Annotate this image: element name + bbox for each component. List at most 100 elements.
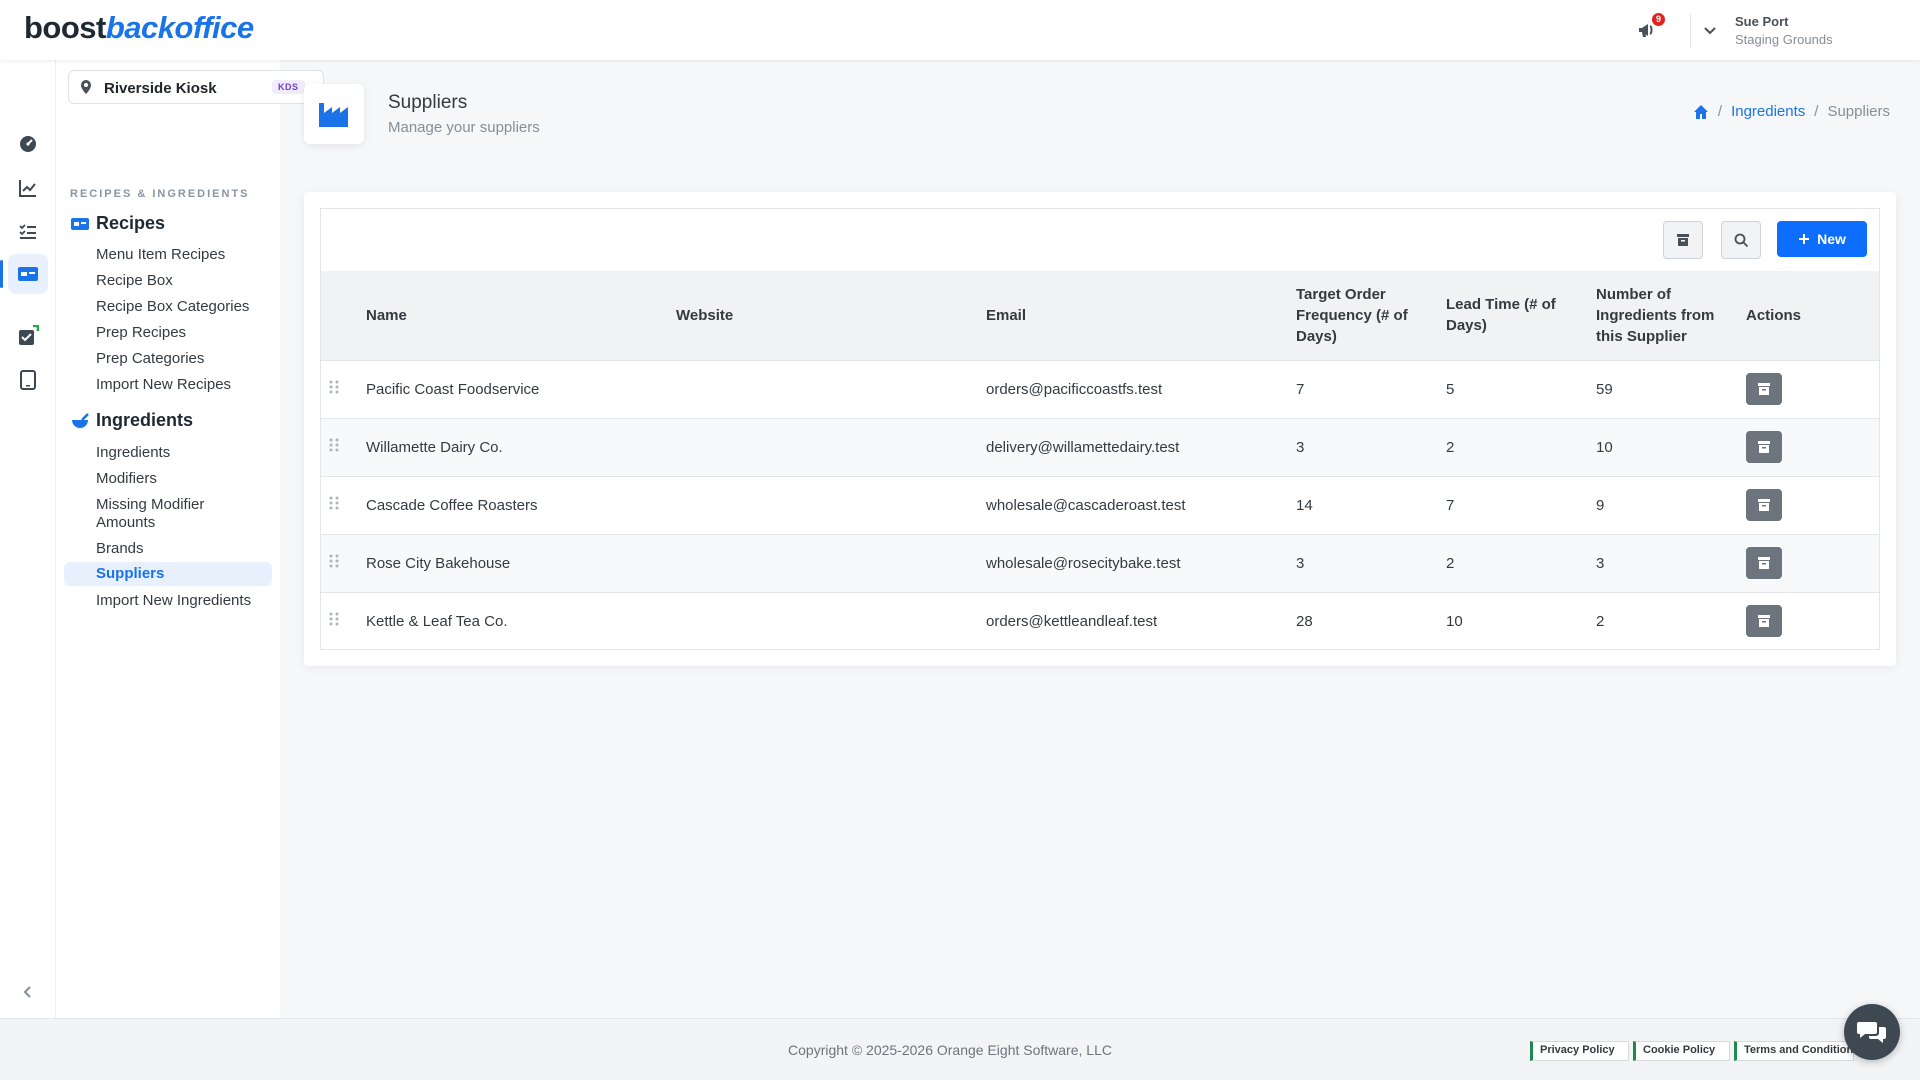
archive-icon [1758, 499, 1770, 511]
table-row[interactable]: Cascade Coffee Roasters wholesale@cascad… [321, 476, 1879, 534]
cell-ingredient-count: 3 [1596, 554, 1605, 572]
sidebar-item-prep-categories[interactable]: Prep Categories [64, 347, 272, 371]
drag-handle[interactable] [321, 534, 366, 592]
breadcrumb-separator: / [1717, 103, 1723, 120]
cell-lead-time: 10 [1446, 612, 1463, 630]
archive-button[interactable] [1746, 373, 1782, 405]
user-menu-toggle[interactable] [1702, 22, 1718, 43]
cell-website [676, 592, 986, 650]
cell-frequency: 28 [1296, 612, 1313, 630]
show-archived-button[interactable] [1663, 221, 1703, 259]
rail-recipes[interactable] [0, 254, 48, 294]
collapse-sidebar-button[interactable] [18, 982, 38, 1007]
sidebar-item-ingredients[interactable]: Ingredients [64, 441, 272, 465]
cell-actions [1746, 418, 1879, 476]
cell-name[interactable]: Willamette Dairy Co. [366, 418, 676, 476]
archive-button[interactable] [1746, 431, 1782, 463]
cell-name[interactable]: Pacific Coast Foodservice [366, 360, 676, 418]
sidebar-item-import-new-recipes[interactable]: Import New Recipes [64, 373, 272, 397]
home-icon[interactable] [1693, 104, 1709, 120]
archive-icon [1758, 441, 1770, 453]
sidebar: Riverside Kiosk KDS RECIPES & INGREDIENT… [56, 60, 324, 1018]
app-logo[interactable]: boostbackoffice [24, 10, 254, 46]
rail-checklists[interactable] [14, 322, 42, 350]
cell-actions [1746, 592, 1879, 650]
rail-reports[interactable] [14, 174, 42, 202]
privacy-policy-link[interactable]: Privacy Policy [1530, 1041, 1629, 1061]
breadcrumb: / Ingredients / Suppliers [1693, 103, 1890, 120]
notifications-button[interactable]: 9 [1636, 13, 1665, 44]
mortar-icon [72, 412, 89, 428]
breadcrumb-separator: / [1814, 103, 1819, 120]
top-bar: boostbackoffice 9 Sue Port Staging Groun… [0, 0, 1920, 60]
new-supplier-button[interactable]: New [1777, 221, 1867, 257]
table-row[interactable]: Kettle & Leaf Tea Co. orders@kettleandle… [321, 592, 1879, 650]
cell-email: wholesale@cascaderoast.test [986, 496, 1186, 514]
rail-dashboard[interactable] [14, 130, 42, 158]
header-target-order-frequency[interactable]: Target Order Frequency (# of Days) [1296, 271, 1446, 360]
breadcrumb-suppliers: Suppliers [1827, 103, 1890, 120]
table-row[interactable]: Pacific Coast Foodservice orders@pacific… [321, 360, 1879, 418]
cell-lead-time: 5 [1446, 380, 1455, 398]
sidebar-item-menu-item-recipes[interactable]: Menu Item Recipes [64, 243, 272, 267]
new-button-label: New [1817, 231, 1846, 247]
cell-ingredient-count: 10 [1596, 438, 1613, 456]
notification-badge: 9 [1652, 13, 1665, 26]
location-badge: KDS [272, 80, 305, 94]
cell-lead-time: 2 [1446, 554, 1455, 572]
chat-button[interactable] [1844, 1004, 1900, 1060]
cell-name[interactable]: Kettle & Leaf Tea Co. [366, 592, 676, 650]
cell-website [676, 360, 986, 418]
cookie-policy-link[interactable]: Cookie Policy [1633, 1041, 1730, 1061]
rail-tasks[interactable] [14, 218, 42, 246]
page-subtitle: Manage your suppliers [388, 119, 540, 136]
location-selector[interactable]: Riverside Kiosk KDS [68, 70, 324, 104]
user-name[interactable]: Sue Port [1735, 14, 1788, 29]
header-ingredients-count[interactable]: Number of Ingredients from this Supplier [1596, 271, 1746, 360]
archive-button[interactable] [1746, 489, 1782, 521]
archive-button[interactable] [1746, 547, 1782, 579]
sidebar-item-brands[interactable]: Brands [64, 537, 272, 561]
header-website[interactable]: Website [676, 271, 986, 360]
drag-handle[interactable] [321, 418, 366, 476]
sidebar-item-suppliers[interactable]: Suppliers [64, 562, 272, 586]
cell-actions [1746, 476, 1879, 534]
drag-handle[interactable] [321, 360, 366, 418]
sidebar-item-recipe-box[interactable]: Recipe Box [64, 269, 272, 293]
cell-ingredient-count: 59 [1596, 380, 1613, 398]
map-pin-icon [81, 80, 91, 94]
breadcrumb-ingredients[interactable]: Ingredients [1731, 103, 1805, 120]
sidebar-item-prep-recipes[interactable]: Prep Recipes [64, 321, 272, 345]
archive-icon [1758, 557, 1770, 569]
sidebar-item-missing-modifier-amounts[interactable]: Missing Modifier Amounts [64, 493, 214, 535]
sidebar-item-recipe-box-categories[interactable]: Recipe Box Categories [64, 295, 272, 319]
table-row[interactable]: Rose City Bakehouse wholesale@rosecityba… [321, 534, 1879, 592]
cell-email: delivery@willamettedairy.test [986, 438, 1180, 456]
header-name[interactable]: Name [366, 271, 676, 360]
cell-lead-time: 2 [1446, 438, 1455, 456]
group-ingredients[interactable]: Ingredients [70, 410, 193, 431]
cell-name[interactable]: Cascade Coffee Roasters [366, 476, 676, 534]
archive-button[interactable] [1746, 605, 1782, 638]
cell-actions [1746, 360, 1879, 418]
header-lead-time[interactable]: Lead Time (# of Days) [1446, 271, 1596, 360]
group-recipes[interactable]: Recipes [70, 213, 165, 234]
table-row[interactable]: Willamette Dairy Co. delivery@willamette… [321, 418, 1879, 476]
header-email[interactable]: Email [986, 271, 1296, 360]
cell-website [676, 534, 986, 592]
suppliers-table-container: New Name Website Email Target Order Freq… [320, 208, 1880, 650]
drag-handle[interactable] [321, 476, 366, 534]
sidebar-item-import-new-ingredients[interactable]: Import New Ingredients [64, 589, 272, 613]
grip-icon [329, 496, 339, 510]
cell-name[interactable]: Rose City Bakehouse [366, 534, 676, 592]
terms-link[interactable]: Terms and Conditions [1734, 1041, 1854, 1061]
cell-email: orders@kettleandleaf.test [986, 612, 1158, 630]
drag-handle[interactable] [321, 592, 366, 650]
archive-icon [1758, 383, 1770, 395]
section-title: RECIPES & INGREDIENTS [70, 188, 250, 200]
gauge-icon [20, 136, 36, 152]
search-button[interactable] [1721, 221, 1761, 259]
sidebar-item-modifiers[interactable]: Modifiers [64, 467, 272, 491]
rail-devices[interactable] [14, 366, 42, 394]
grip-icon [329, 380, 339, 394]
